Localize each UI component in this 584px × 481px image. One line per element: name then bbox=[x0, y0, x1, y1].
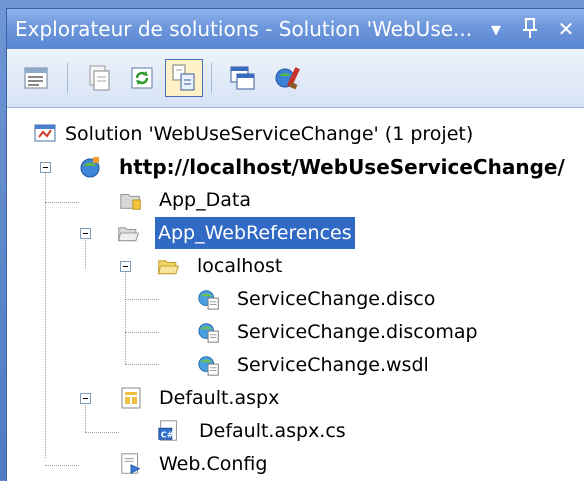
solution-icon bbox=[34, 124, 56, 142]
collapse-toggle-icon[interactable] bbox=[120, 261, 131, 272]
project-label: http://localhost/WebUseServiceChange/ bbox=[119, 155, 565, 179]
web-config-label: Web.Config bbox=[159, 453, 268, 475]
tree-item-app-data[interactable]: App_Data bbox=[7, 184, 584, 216]
desktop-background: Explorateur de solutions - Solution 'Web… bbox=[0, 0, 584, 481]
wsdl-label: ServiceChange.wsdl bbox=[237, 354, 429, 376]
tree-item-localhost[interactable]: localhost bbox=[7, 250, 584, 282]
tree-item-default-aspx[interactable]: Default.aspx bbox=[7, 382, 584, 414]
web-service-file-icon bbox=[198, 356, 219, 376]
collapse-toggle-icon[interactable] bbox=[80, 393, 91, 404]
svg-text:C#: C# bbox=[161, 429, 174, 439]
folder-icon bbox=[120, 194, 141, 210]
open-folder-icon bbox=[158, 260, 180, 275]
auto-hide-pin-icon[interactable] bbox=[517, 9, 543, 49]
window-position-dropdown-icon[interactable]: ▾ bbox=[483, 9, 509, 49]
disco-label: ServiceChange.disco bbox=[237, 288, 436, 310]
nest-related-files-icon bbox=[172, 64, 195, 91]
properties-button[interactable] bbox=[17, 59, 55, 97]
tree-item-web-config[interactable]: Web.Config bbox=[7, 448, 584, 480]
view-designer-button[interactable] bbox=[223, 59, 261, 97]
panel-titlebar[interactable]: Explorateur de solutions - Solution 'Web… bbox=[7, 9, 584, 49]
toolbar-separator bbox=[67, 63, 68, 93]
open-folder-icon bbox=[118, 227, 140, 242]
close-icon[interactable]: ✕ bbox=[553, 9, 579, 49]
app-data-label: App_Data bbox=[159, 189, 251, 211]
show-all-files-button[interactable] bbox=[79, 59, 117, 97]
config-file-icon bbox=[121, 453, 141, 475]
toolbar-separator bbox=[211, 63, 212, 93]
tree-item-default-aspx-cs[interactable]: C# Default.aspx.cs bbox=[7, 415, 584, 447]
tree-item-disco[interactable]: ServiceChange.disco bbox=[7, 283, 584, 315]
refresh-icon bbox=[131, 67, 153, 89]
nest-related-files-button[interactable] bbox=[165, 59, 203, 97]
solution-explorer-panel: Explorateur de solutions - Solution 'Web… bbox=[6, 8, 584, 481]
discomap-label: ServiceChange.discomap bbox=[237, 321, 478, 343]
collapse-toggle-icon[interactable] bbox=[80, 228, 91, 239]
panel-toolbar bbox=[7, 49, 584, 108]
web-site-configuration-button[interactable] bbox=[269, 59, 307, 97]
web-form-icon bbox=[121, 387, 141, 409]
refresh-button[interactable] bbox=[123, 59, 161, 97]
default-aspx-cs-label: Default.aspx.cs bbox=[199, 420, 346, 442]
view-designer-icon bbox=[230, 66, 255, 90]
default-aspx-label: Default.aspx bbox=[159, 387, 280, 409]
solution-label: Solution 'WebUseServiceChange' (1 projet… bbox=[65, 123, 474, 145]
tree-item-project[interactable]: http://localhost/WebUseServiceChange/ bbox=[7, 151, 584, 183]
properties-icon bbox=[24, 67, 48, 89]
panel-title: Explorateur de solutions - Solution 'Web… bbox=[15, 17, 473, 41]
tree-item-solution[interactable]: Solution 'WebUseServiceChange' (1 projet… bbox=[31, 118, 584, 150]
tree-item-wsdl[interactable]: ServiceChange.wsdl bbox=[7, 349, 584, 381]
web-service-file-icon bbox=[198, 290, 219, 310]
tree-item-app-webreferences[interactable]: App_WebReferences bbox=[7, 217, 584, 249]
localhost-label: localhost bbox=[197, 255, 283, 277]
tree-item-discomap[interactable]: ServiceChange.discomap bbox=[7, 316, 584, 348]
collapse-toggle-icon[interactable] bbox=[40, 162, 51, 173]
app-webreferences-label: App_WebReferences bbox=[155, 217, 355, 249]
solution-tree: Solution 'WebUseServiceChange' (1 projet… bbox=[7, 108, 584, 481]
csharp-file-icon: C# bbox=[158, 420, 177, 441]
web-site-configuration-icon bbox=[275, 67, 300, 90]
web-project-icon bbox=[80, 157, 100, 178]
show-all-files-icon bbox=[89, 65, 110, 91]
web-service-file-icon bbox=[198, 323, 219, 343]
